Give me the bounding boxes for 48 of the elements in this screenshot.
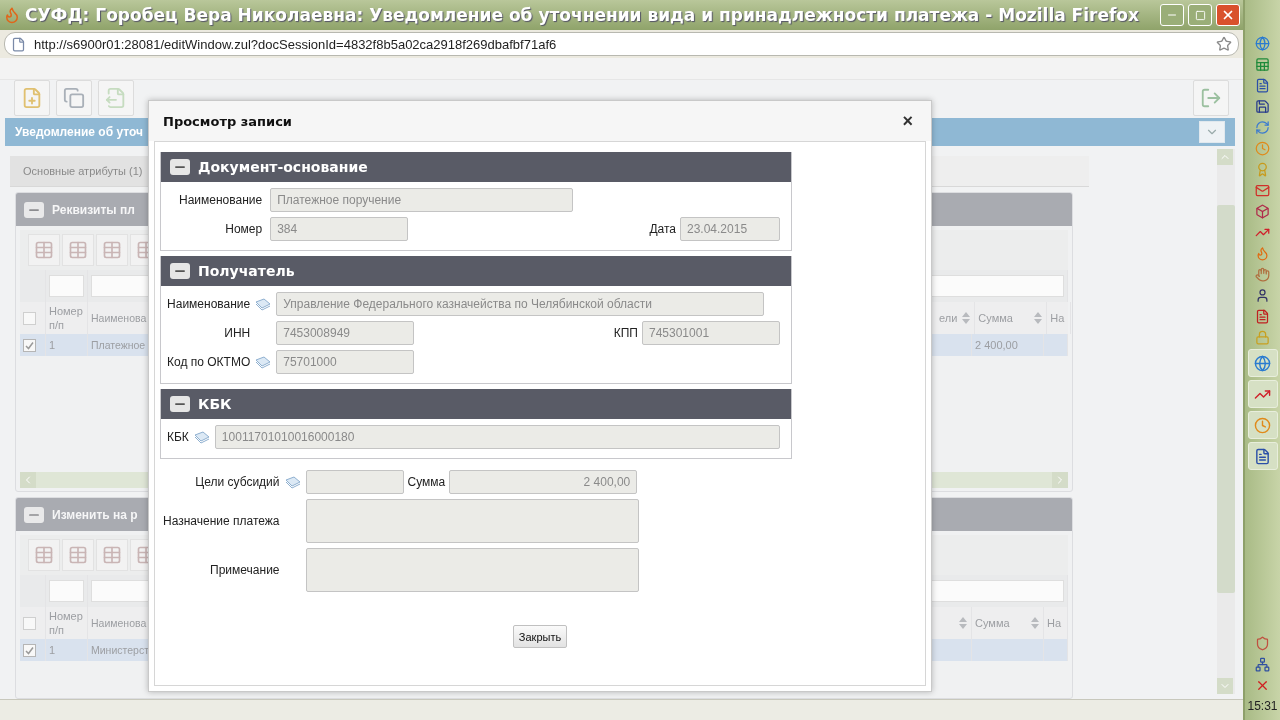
column-header[interactable]: ели <box>939 311 958 325</box>
field-label: Номер <box>225 222 263 236</box>
close-button[interactable]: × <box>898 112 917 130</box>
table-cell: 1 <box>49 338 56 352</box>
input-field[interactable]: 75701000 <box>276 350 415 374</box>
field-label: Цели субсидий <box>195 475 280 489</box>
column-header[interactable]: На <box>1050 311 1065 325</box>
column-header[interactable]: Наименова <box>91 616 147 630</box>
input-field[interactable]: 384 <box>270 217 409 241</box>
column-header[interactable]: Сумма <box>978 311 1013 325</box>
input-field[interactable]: 2 400,00 <box>449 470 638 494</box>
address-field[interactable]: http://s6900r01:28081/editWindow.zul?docSessionId=4832f8b5a02ca2918f269dbafbf71af6 <box>4 32 1239 56</box>
table-cell: Платежное <box>91 338 146 352</box>
column-header[interactable]: Сумма <box>975 616 1010 630</box>
field-label: ИНН <box>224 326 251 340</box>
column-header[interactable]: На <box>1047 616 1062 630</box>
document-title: Уведомление об уточ <box>15 125 144 140</box>
input-field[interactable]: 7453008949 <box>276 321 415 345</box>
field-label: Сумма <box>407 475 446 489</box>
panel-title: Изменить на р <box>52 507 138 522</box>
field-label: Код по ОКТМО <box>167 355 251 369</box>
column-header[interactable]: Номер п/п <box>49 609 84 637</box>
panel-title: Реквизиты пл <box>52 202 135 217</box>
field-label: КБК <box>167 430 189 444</box>
field-label: Дата <box>649 222 676 236</box>
section-title: Получатель <box>198 263 295 279</box>
input-field[interactable]: 10011701010016000180 <box>214 425 780 449</box>
table-cell: Министерст <box>91 643 149 657</box>
field-label: Наименование <box>179 193 263 207</box>
section-title: Документ-основание <box>198 159 368 175</box>
section-title: КБК <box>198 396 232 412</box>
field-label: Примечание <box>210 563 280 577</box>
dialog-title: Просмотр записи <box>163 113 293 129</box>
close-dialog-button[interactable]: Закрыть <box>512 625 568 648</box>
window-title: СУФД: Горобец Вера Николаевна: Уведомление об уточнении вида и принадлежности платежа - Mozilla Firefox <box>25 5 1140 25</box>
input-field[interactable]: Управление Федерального казначейства по Челябинской области <box>276 292 765 316</box>
input-field[interactable]: 745301001 <box>642 321 780 345</box>
field-label: Назначение платежа <box>163 514 280 528</box>
column-header[interactable]: Наименова <box>91 311 147 325</box>
table-cell: 2 400,00 <box>975 338 1018 352</box>
table-cell: 1 <box>49 643 56 657</box>
input-field[interactable]: 23.04.2015 <box>680 217 780 241</box>
clock-time: 15:31 <box>1247 699 1278 713</box>
field-label: КПП <box>613 326 638 340</box>
input-field[interactable]: Платежное поручение <box>270 188 574 212</box>
column-header[interactable]: Номер п/п <box>49 304 84 332</box>
url-text: http://s6900r01:28081/editWindow.zul?docSessionId=4832f8b5a02ca2918f269dbafbf71af6 <box>34 36 558 52</box>
field-label: Наименование <box>167 297 251 311</box>
